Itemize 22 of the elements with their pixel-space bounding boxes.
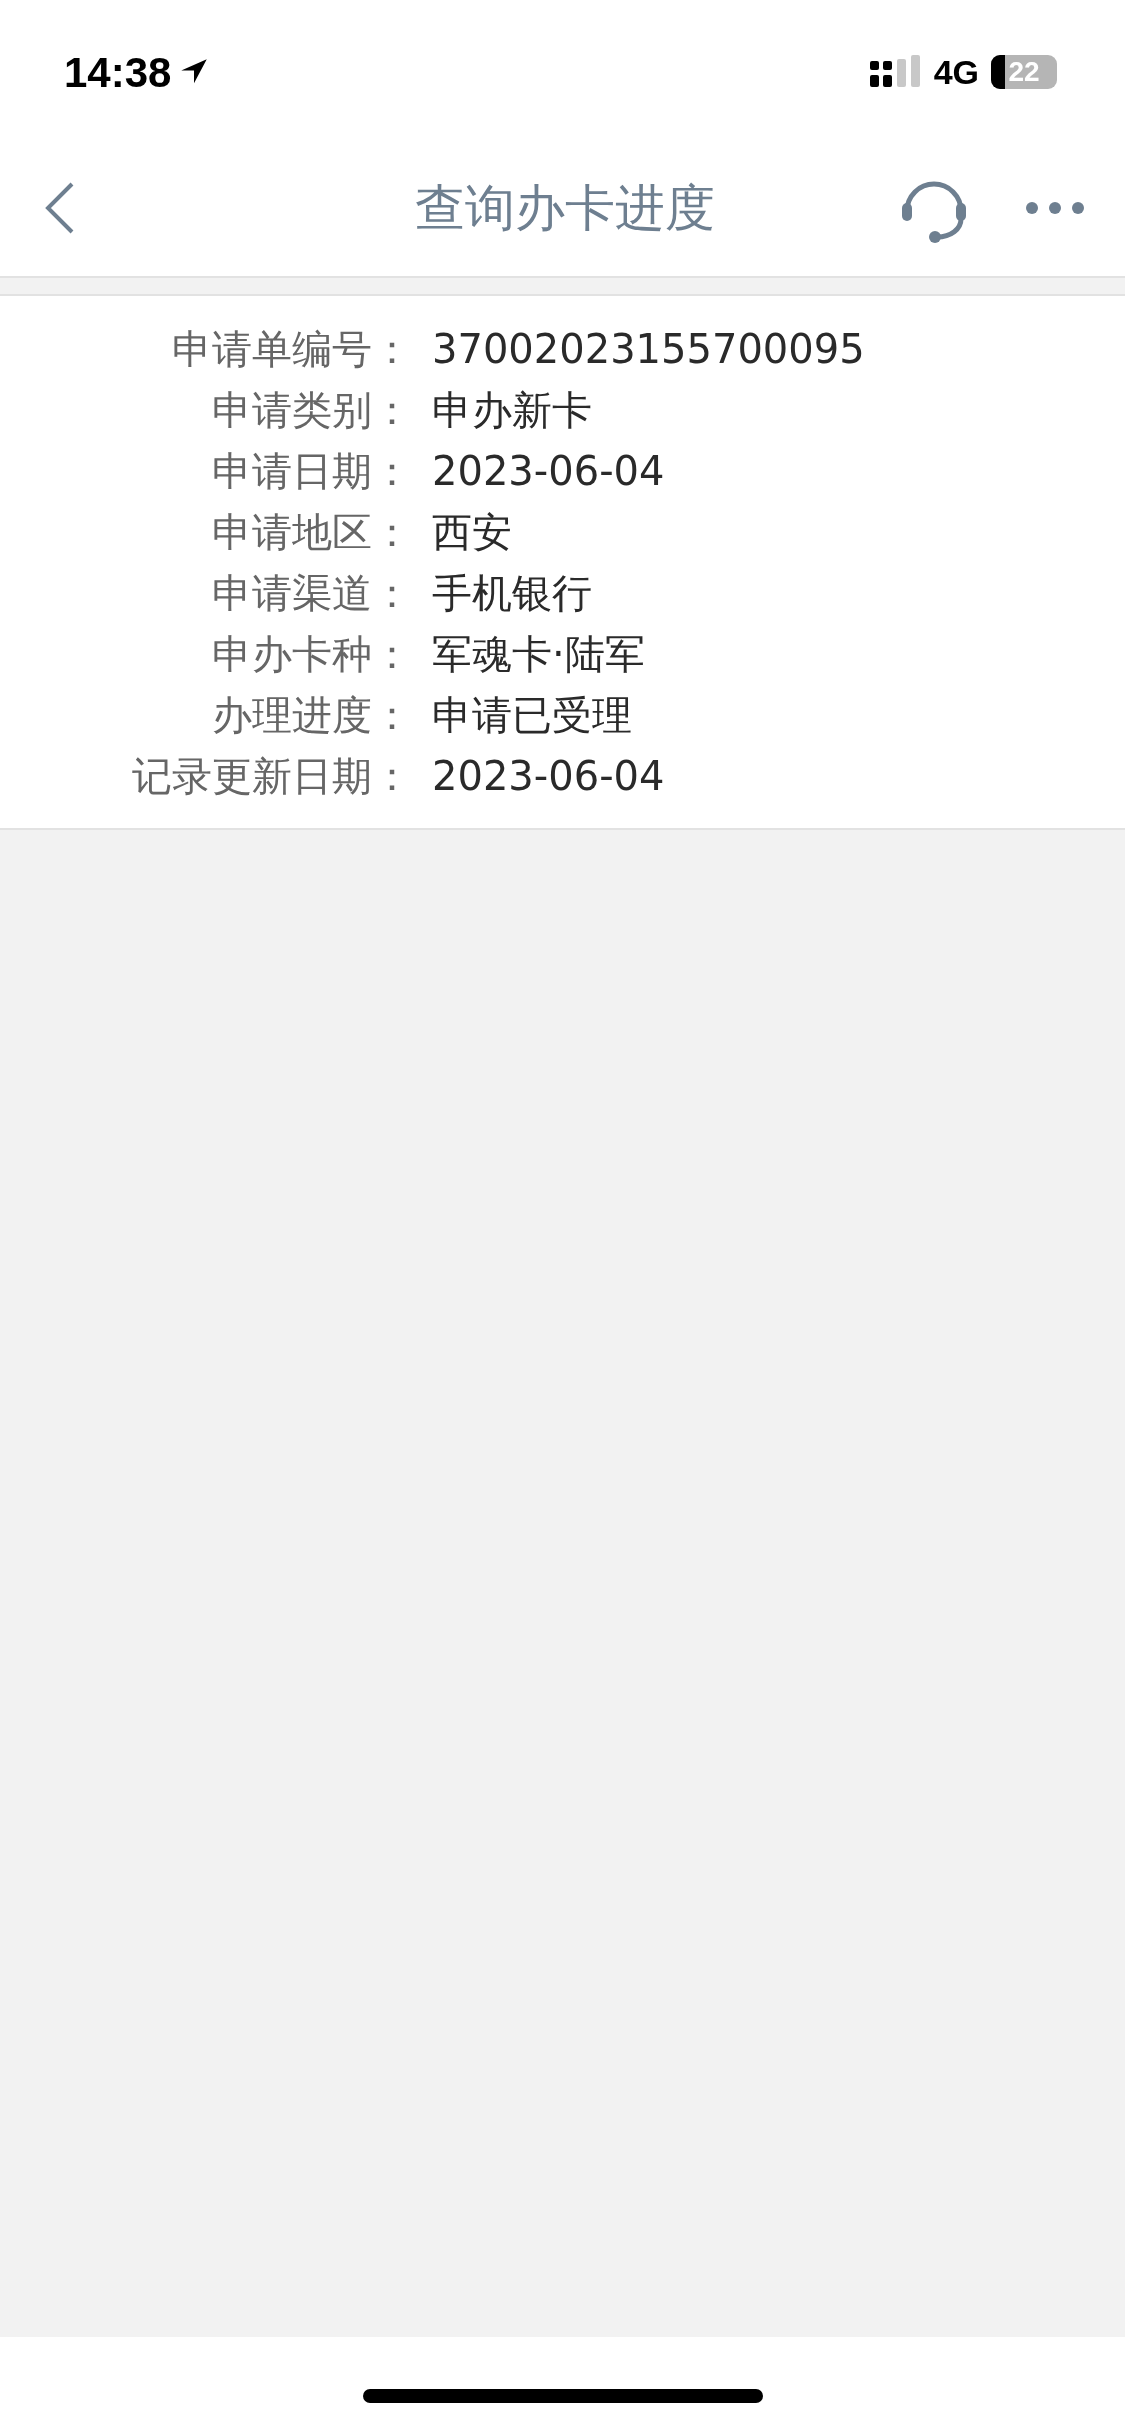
field-label: 办理进度： (211, 690, 412, 740)
field-label: 申请类别： (211, 385, 412, 435)
network-label: 4G (933, 51, 979, 93)
field-value: 手机银行 (432, 568, 592, 618)
field-value: 申办新卡 (432, 385, 592, 435)
field-label: 申办卡种： (211, 629, 412, 679)
battery-indicator: 22 (991, 55, 1057, 89)
field-value: 军魂卡·陆军 (432, 629, 645, 679)
field-value: 2023-06-04 (432, 751, 665, 801)
field-label: 申请日期： (211, 446, 412, 496)
field-value: 37002023155700095 (432, 324, 865, 374)
more-icon[interactable] (1025, 201, 1085, 215)
field-label: 申请地区： (211, 507, 412, 557)
field-label: 申请渠道： (211, 568, 412, 618)
field-label: 记录更新日期： (131, 751, 412, 801)
field-value: 西安 (432, 507, 512, 557)
signal-icon (869, 55, 922, 89)
field-value: 2023-06-04 (432, 446, 665, 496)
status-time: 14:38 (64, 47, 172, 98)
field-label: 申请单编号： (171, 324, 412, 374)
page-title: 查询办卡进度 (414, 177, 715, 239)
field-value: 申请已受理 (432, 690, 632, 740)
